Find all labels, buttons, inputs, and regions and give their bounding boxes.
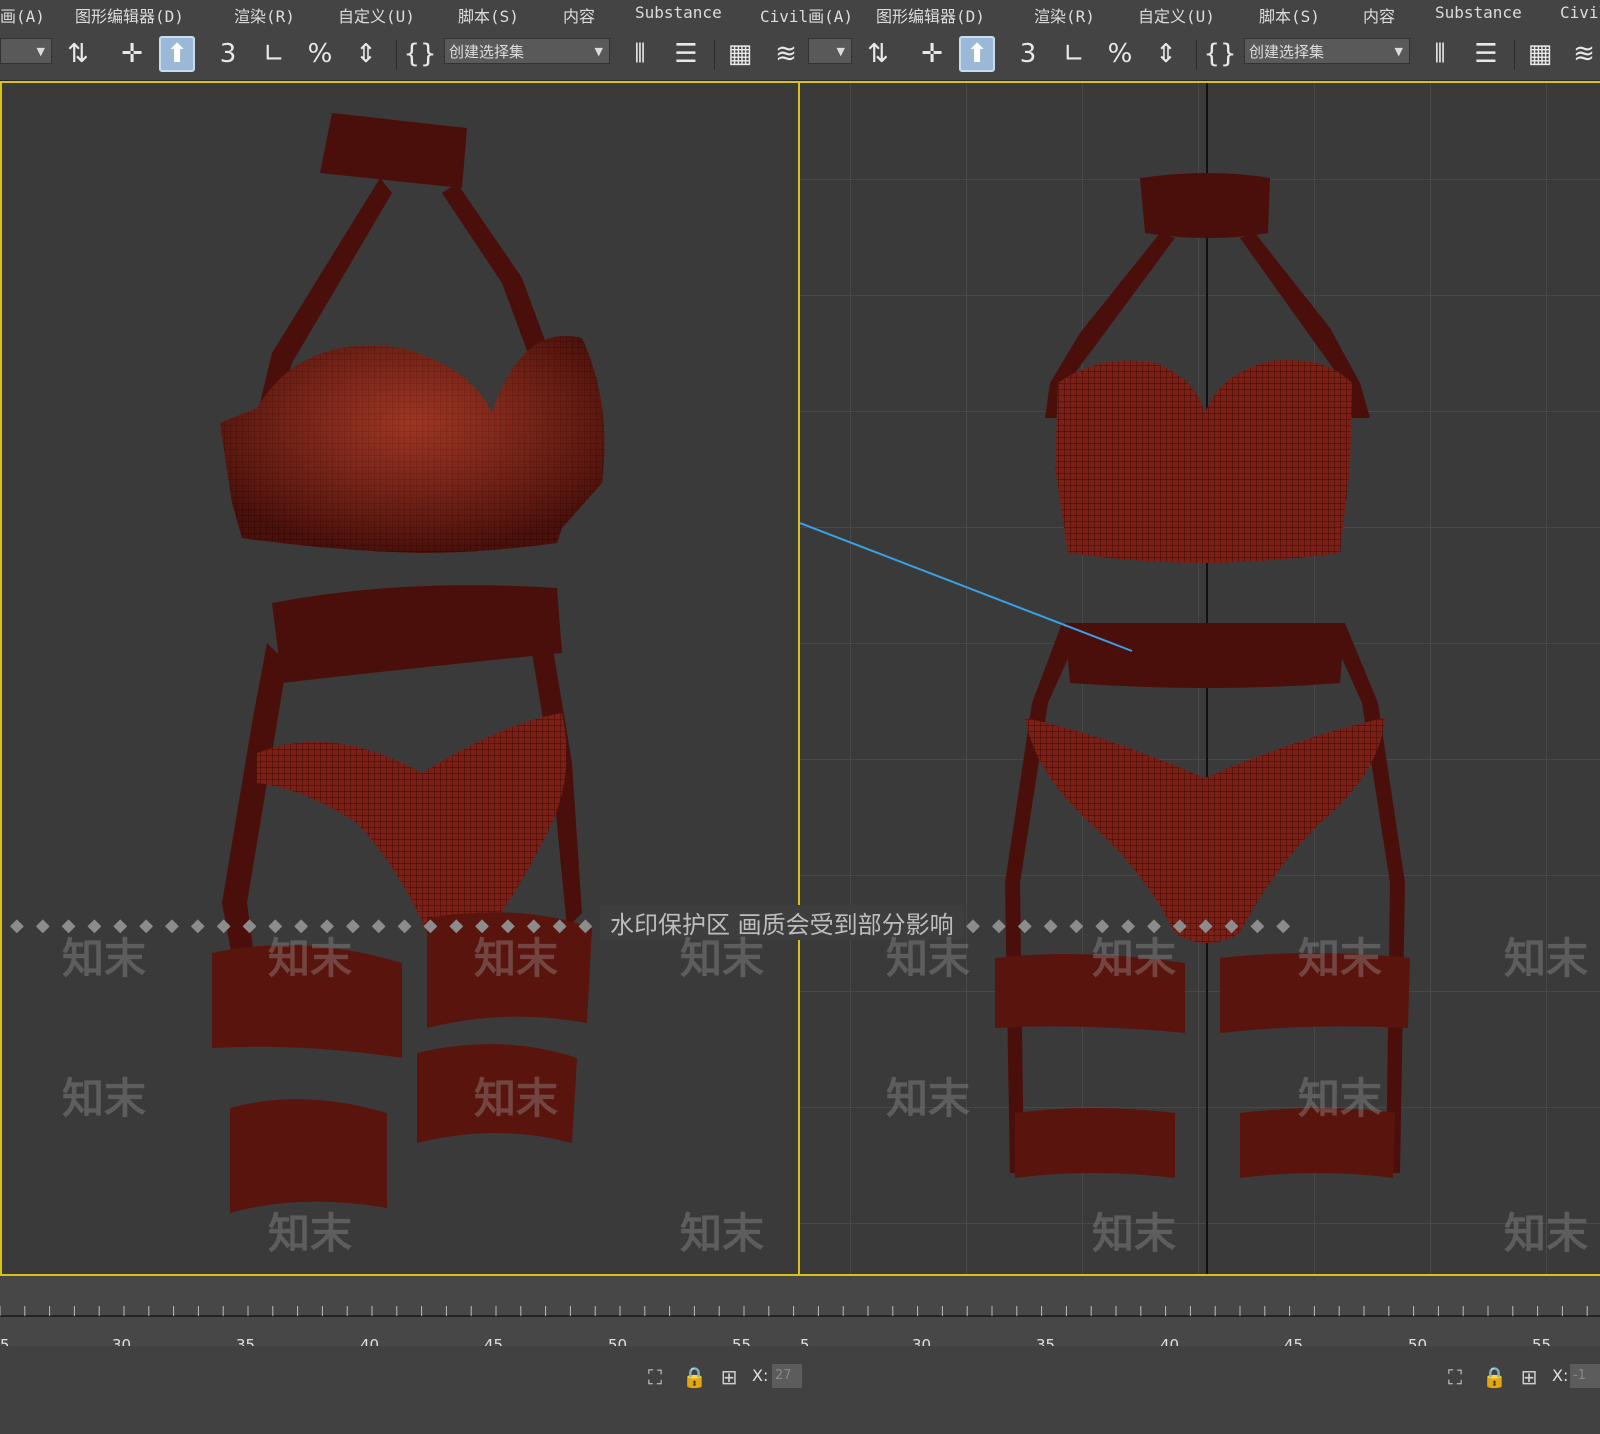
select-object-icon-2[interactable]: ⬆: [959, 36, 995, 72]
selection-filter-dropdown[interactable]: ▼: [0, 38, 52, 64]
spinner-snap-icon-2[interactable]: ⇕: [1148, 36, 1184, 72]
x-coordinate-label-2: X:: [1552, 1366, 1569, 1385]
absolute-mode-icon[interactable]: ⊞: [718, 1366, 740, 1388]
status-bar: ⛶ 🔒 ⊞ X: 27 ⛶ 🔒 ⊞ X: -1: [0, 1346, 1600, 1434]
watermark-tile: 知末: [474, 934, 559, 983]
menu-item-substance-2[interactable]: Substance: [1435, 3, 1522, 22]
watermark-tile: 知末: [62, 1074, 147, 1123]
layer-explorer-icon[interactable]: ≋: [768, 36, 804, 72]
menu-item-substance[interactable]: Substance: [635, 3, 722, 22]
chevron-down-icon: ▼: [36, 45, 45, 58]
watermark-tile: 知末: [1298, 934, 1383, 983]
chevron-down-icon: ▼: [594, 45, 603, 58]
named-selection-set-dropdown-2[interactable]: 创建选择集 ▼: [1244, 38, 1410, 64]
select-object-icon[interactable]: ⬆: [159, 36, 195, 72]
move-icon-2[interactable]: ✛: [914, 36, 950, 72]
watermark-tile: 知末: [886, 934, 971, 983]
scene-explorer-icon[interactable]: ▦: [722, 36, 758, 72]
named-selection-set-dropdown[interactable]: 创建选择集 ▼: [444, 38, 610, 64]
angle-snap-icon[interactable]: ∟: [256, 36, 292, 72]
isolate-selection-icon[interactable]: ⛶: [644, 1366, 666, 1388]
watermark-tile: 知末: [268, 934, 353, 983]
x-coordinate-field[interactable]: 27: [772, 1364, 802, 1388]
chevron-down-icon: ▼: [1394, 45, 1403, 58]
watermark-tile: 知末: [1092, 1209, 1177, 1258]
mirror-icon-2[interactable]: ⫴: [1422, 36, 1458, 72]
layer-dropdown[interactable]: ▼: [808, 38, 852, 64]
isolate-selection-icon-2[interactable]: ⛶: [1444, 1366, 1466, 1388]
percent-snap-icon-2[interactable]: %: [1102, 36, 1138, 72]
timeline-ticks: [0, 1306, 1600, 1317]
watermark-tile: 知末: [1092, 934, 1177, 983]
timeline-track-bar[interactable]: 5 30 35 40 45 50 55 5 30 35 40 45 50 55: [0, 1276, 1600, 1354]
menu-item-rendering-2[interactable]: 渲染(R): [1034, 3, 1095, 27]
menu-item-scripting[interactable]: 脚本(S): [458, 3, 519, 27]
menu-item-civil-2[interactable]: Civil: [1560, 3, 1600, 22]
layer-explorer-icon-2[interactable]: ≋: [1566, 36, 1600, 72]
watermark-tile: 知末: [680, 1209, 765, 1258]
x-coordinate-value-2: -1: [1573, 1368, 1586, 1383]
left-lower-thigh-band: [230, 1099, 387, 1213]
menu-item-customize-2[interactable]: 自定义(U): [1138, 3, 1215, 27]
waist-belt-mesh: [272, 585, 562, 683]
watermark-tile: 知末: [1298, 1074, 1383, 1123]
menu-item-content-2[interactable]: 内容: [1363, 3, 1395, 27]
x-coordinate-value: 27: [775, 1368, 792, 1383]
select-and-link-icon[interactable]: ⇅: [60, 36, 96, 72]
toolbar-divider: [396, 40, 397, 70]
x-coordinate-field-2[interactable]: -1: [1570, 1364, 1600, 1388]
menu-item-customize[interactable]: 自定义(U): [338, 3, 415, 27]
spinner-snap-icon[interactable]: ⇕: [348, 36, 384, 72]
menu-item-graph-editors-2[interactable]: 图形编辑器(D): [876, 3, 985, 27]
menu-item-graph-editors[interactable]: 图形编辑器(D): [75, 3, 184, 27]
watermark-tile: 知末: [1504, 934, 1589, 983]
front-collar-mesh: [1140, 173, 1270, 238]
toolbar-divider: [714, 40, 715, 70]
main-toolbar: ▼ ⇅ ✛ ⬆ 3 ∟ % ⇕ {} 创建选择集 ▼ ⫴ ☰ ▦ ≋ ▼ ⇅ ✛ …: [0, 28, 1600, 81]
move-icon[interactable]: ✛: [114, 36, 150, 72]
absolute-mode-icon-2[interactable]: ⊞: [1518, 1366, 1540, 1388]
angle-snap-icon-2[interactable]: ∟: [1056, 36, 1092, 72]
scene-explorer-icon-2[interactable]: ▦: [1522, 36, 1558, 72]
menu-item-scripting-2[interactable]: 脚本(S): [1259, 3, 1320, 27]
mirror-icon[interactable]: ⫴: [622, 36, 658, 72]
watermark-tile: 知末: [474, 1074, 559, 1123]
edit-named-selection-icon[interactable]: {}: [402, 36, 438, 72]
menu-item-rendering[interactable]: 渲染(R): [234, 3, 295, 27]
watermark-tile: 知末: [1504, 1209, 1589, 1258]
named-selection-set-label-2: 创建选择集: [1249, 43, 1325, 61]
edit-named-selection-icon-2[interactable]: {}: [1202, 36, 1238, 72]
front-left-lower-thigh-band: [1015, 1108, 1175, 1178]
watermark-tile: 知末: [268, 1209, 353, 1258]
collar-mesh: [320, 113, 467, 188]
snap-3d-icon-2[interactable]: 3: [1010, 36, 1046, 72]
menu-bar: 画(A) 图形编辑器(D) 渲染(R) 自定义(U) 脚本(S) 内容 Subs…: [0, 0, 1600, 28]
menu-item-animation[interactable]: 画(A): [0, 3, 45, 27]
front-waist-belt-mesh: [1065, 623, 1345, 688]
toolbar-divider: [1514, 40, 1515, 70]
align-icon-2[interactable]: ☰: [1468, 36, 1504, 72]
toolbar-divider: [1196, 40, 1197, 70]
lock-icon-2[interactable]: 🔒: [1482, 1366, 1507, 1388]
align-icon[interactable]: ☰: [668, 36, 704, 72]
watermark-tile: 知末: [680, 934, 765, 983]
watermark-tile: 知末: [886, 1074, 971, 1123]
named-selection-set-label: 创建选择集: [449, 43, 525, 61]
lock-icon[interactable]: 🔒: [682, 1366, 707, 1388]
menu-item-civil[interactable]: Civil画(A): [760, 3, 853, 27]
watermark-tile: 知末: [62, 934, 147, 983]
x-coordinate-label: X:: [752, 1366, 769, 1385]
select-and-link-icon-2[interactable]: ⇅: [860, 36, 896, 72]
menu-item-content[interactable]: 内容: [563, 3, 595, 27]
percent-snap-icon[interactable]: %: [302, 36, 338, 72]
chevron-down-icon: ▼: [836, 45, 845, 58]
snap-3d-icon[interactable]: 3: [210, 36, 246, 72]
